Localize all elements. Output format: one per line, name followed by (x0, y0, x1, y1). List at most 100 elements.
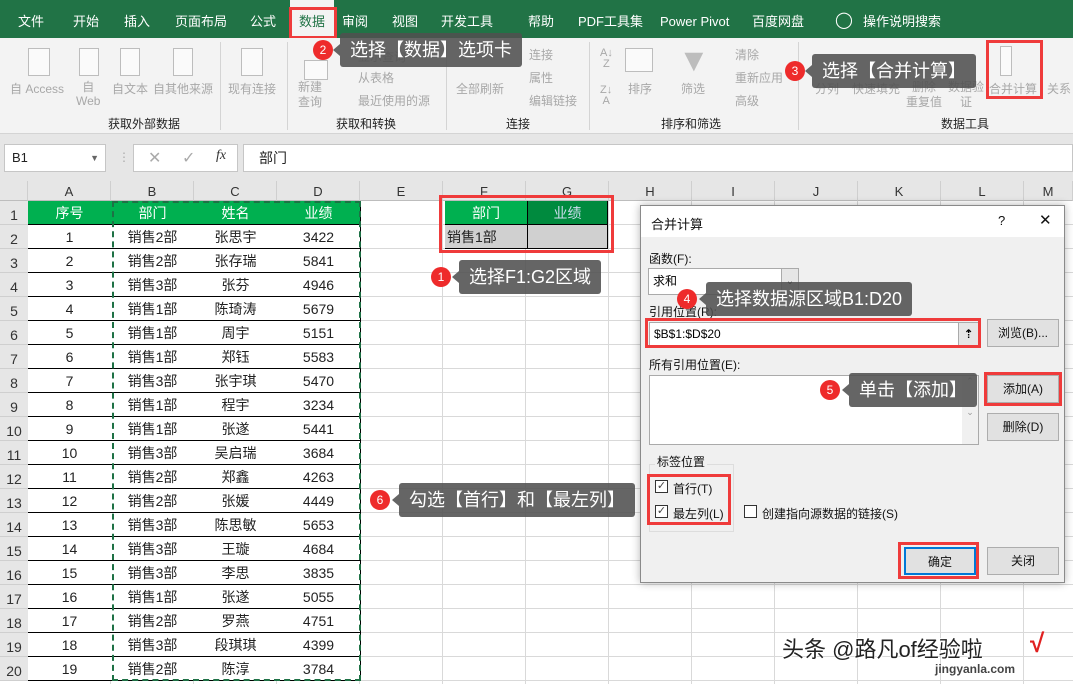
select-all-corner[interactable] (0, 181, 28, 201)
table-cell-dept[interactable]: 销售3部 (111, 537, 195, 561)
header-cell-dept[interactable]: 部门 (111, 201, 195, 225)
new-query-button[interactable]: 新建 查询 (298, 80, 322, 110)
table-cell-dept[interactable]: 销售2部 (111, 609, 195, 633)
table-cell-seq[interactable]: 10 (28, 441, 112, 465)
close-button[interactable]: 关闭 (987, 547, 1059, 575)
top-row-checkbox[interactable]: ✓ (655, 480, 668, 493)
column-header-j[interactable]: J (775, 181, 858, 201)
tab-page-layout[interactable]: 页面布局 (175, 0, 227, 38)
table-cell-perf[interactable]: 3684 (277, 441, 361, 465)
table-cell-name[interactable]: 陈淳 (194, 657, 278, 681)
tab-power-pivot[interactable]: Power Pivot (660, 0, 729, 38)
table-cell-perf[interactable]: 3422 (277, 225, 361, 249)
table-cell-perf[interactable]: 4263 (277, 465, 361, 489)
table-cell-seq[interactable]: 1 (28, 225, 112, 249)
edit-links-button[interactable]: 编辑链接 (529, 92, 577, 109)
tab-home[interactable]: 开始 (73, 0, 99, 38)
browse-button[interactable]: 浏览(B)... (987, 319, 1059, 347)
table-cell-name[interactable]: 王璇 (194, 537, 278, 561)
table-cell-name[interactable]: 张遂 (194, 417, 278, 441)
row-header-18[interactable]: 18 (0, 609, 28, 633)
add-button[interactable]: 添加(A) (987, 375, 1059, 403)
table-cell-seq[interactable]: 14 (28, 537, 112, 561)
table-cell-name[interactable]: 张媛 (194, 489, 278, 513)
table-cell-dept[interactable]: 销售3部 (111, 513, 195, 537)
column-header-k[interactable]: K (858, 181, 941, 201)
row-header-13[interactable]: 13 (0, 489, 28, 513)
table-cell-name[interactable]: 张宇琪 (194, 369, 278, 393)
table-cell-perf[interactable]: 4946 (277, 273, 361, 297)
function-icon[interactable]: fx (216, 148, 226, 164)
table-cell-dept[interactable]: 销售1部 (111, 297, 195, 321)
table-cell-seq[interactable]: 18 (28, 633, 112, 657)
row-header-1[interactable]: 1 (0, 201, 28, 225)
table-cell-seq[interactable]: 2 (28, 249, 112, 273)
target-cell-dept[interactable]: 销售1部 (445, 225, 528, 249)
table-cell-dept[interactable]: 销售2部 (111, 465, 195, 489)
table-cell-seq[interactable]: 19 (28, 657, 112, 681)
top-row-label[interactable]: 首行(T) (673, 480, 712, 497)
row-header-17[interactable]: 17 (0, 585, 28, 609)
table-cell-name[interactable]: 陈琦涛 (194, 297, 278, 321)
filter-button[interactable]: 筛选 (681, 80, 705, 97)
help-button[interactable]: ? (998, 213, 1005, 228)
connections-button[interactable]: 连接 (529, 46, 553, 63)
table-cell-dept[interactable]: 销售2部 (111, 249, 195, 273)
header-cell-perf[interactable]: 业绩 (277, 201, 361, 225)
table-cell-dept[interactable]: 销售3部 (111, 369, 195, 393)
tab-help[interactable]: 帮助 (528, 0, 554, 38)
from-access-button[interactable]: 自 Access (10, 80, 64, 97)
table-cell-seq[interactable]: 7 (28, 369, 112, 393)
table-cell-perf[interactable]: 4751 (277, 609, 361, 633)
table-cell-seq[interactable]: 13 (28, 513, 112, 537)
row-header-19[interactable]: 19 (0, 633, 28, 657)
row-header-8[interactable]: 8 (0, 369, 28, 393)
table-cell-seq[interactable]: 15 (28, 561, 112, 585)
table-cell-name[interactable]: 张芬 (194, 273, 278, 297)
collapse-dialog-icon[interactable]: ⇡ (958, 323, 978, 345)
table-cell-dept[interactable]: 销售2部 (111, 225, 195, 249)
column-header-f[interactable]: F (443, 181, 526, 201)
table-cell-dept[interactable]: 销售3部 (111, 561, 195, 585)
from-text-button[interactable]: 自文本 (112, 80, 148, 97)
row-header-20[interactable]: 20 (0, 657, 28, 681)
from-table-button[interactable]: 从表格 (358, 69, 394, 86)
table-cell-name[interactable]: 李思 (194, 561, 278, 585)
table-cell-seq[interactable]: 9 (28, 417, 112, 441)
tab-baidu-netdisk[interactable]: 百度网盘 (752, 0, 804, 38)
row-header-4[interactable]: 4 (0, 273, 28, 297)
row-header-7[interactable]: 7 (0, 345, 28, 369)
table-cell-name[interactable]: 郑鑫 (194, 465, 278, 489)
reference-input[interactable]: $B$1:$D$20 ⇡ (649, 322, 979, 346)
consolidate-button[interactable]: 合并计算 (989, 80, 1037, 97)
row-header-5[interactable]: 5 (0, 297, 28, 321)
row-header-12[interactable]: 12 (0, 465, 28, 489)
column-header-h[interactable]: H (609, 181, 692, 201)
reapply-button[interactable]: 重新应用 (735, 69, 783, 86)
table-cell-dept[interactable]: 销售3部 (111, 273, 195, 297)
existing-connections-button[interactable]: 现有连接 (228, 80, 276, 97)
column-header-m[interactable]: M (1024, 181, 1073, 201)
table-cell-perf[interactable]: 5841 (277, 249, 361, 273)
clear-filter-button[interactable]: 清除 (735, 46, 759, 63)
table-cell-seq[interactable]: 8 (28, 393, 112, 417)
tab-insert[interactable]: 插入 (124, 0, 150, 38)
table-cell-name[interactable]: 张思宇 (194, 225, 278, 249)
relationships-button[interactable]: 关系 (1047, 80, 1071, 97)
table-cell-perf[interactable]: 5470 (277, 369, 361, 393)
column-header-l[interactable]: L (941, 181, 1024, 201)
table-cell-name[interactable]: 吴启瑞 (194, 441, 278, 465)
column-header-i[interactable]: I (692, 181, 775, 201)
tell-me-search[interactable]: 操作说明搜索 (863, 0, 941, 38)
table-cell-dept[interactable]: 销售1部 (111, 585, 195, 609)
table-cell-seq[interactable]: 17 (28, 609, 112, 633)
table-cell-perf[interactable]: 5441 (277, 417, 361, 441)
table-cell-perf[interactable]: 5653 (277, 513, 361, 537)
name-box[interactable]: B1 ▼ (4, 144, 106, 172)
header-cell-seq[interactable]: 序号 (28, 201, 112, 225)
recent-sources-button[interactable]: 最近使用的源 (358, 92, 430, 109)
row-header-6[interactable]: 6 (0, 321, 28, 345)
properties-button[interactable]: 属性 (529, 69, 553, 86)
target-header-perf[interactable]: 业绩 (528, 201, 608, 225)
table-cell-name[interactable]: 郑钰 (194, 345, 278, 369)
